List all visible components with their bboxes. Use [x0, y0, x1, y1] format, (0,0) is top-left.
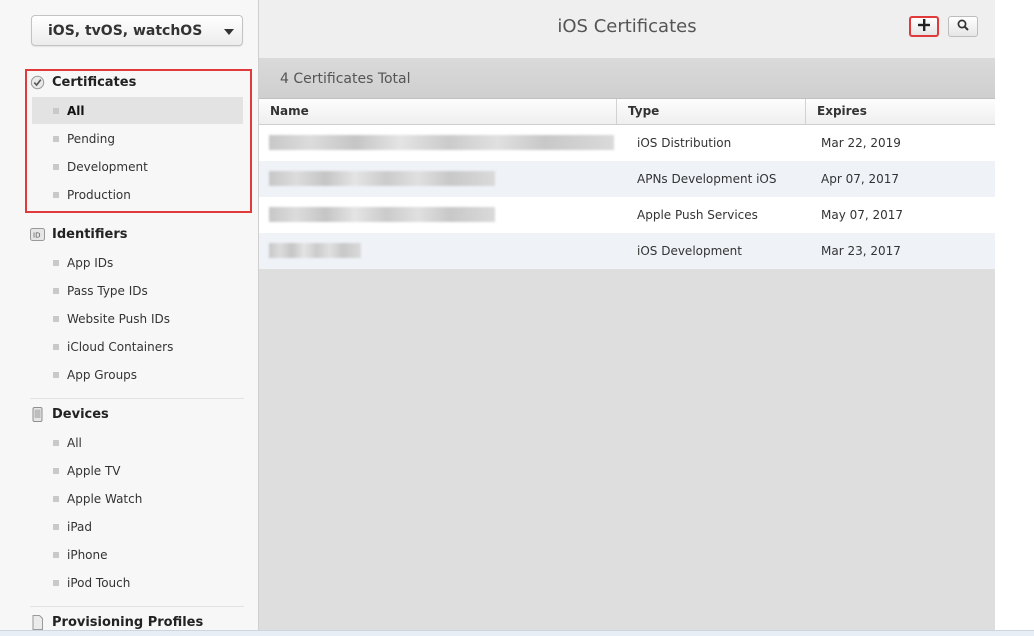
sidebar-item-label: Pending: [67, 131, 115, 146]
device-icon: [30, 406, 45, 422]
section-identifiers[interactable]: ID Identifiers: [30, 224, 244, 244]
sidebar: iOS, tvOS, watchOS Certificates All Pend…: [0, 0, 259, 635]
redacted-name: [269, 207, 495, 222]
sidebar-item-website-push-ids[interactable]: Website Push IDs: [32, 305, 243, 332]
table-row[interactable]: APNs Development iOS Apr 07, 2017: [259, 161, 995, 197]
sidebar-item-label: Development: [67, 159, 148, 174]
sidebar-item-label: All: [67, 435, 82, 450]
sidebar-item-label: iCloud Containers: [67, 339, 174, 354]
column-header-name[interactable]: Name: [259, 99, 615, 124]
sidebar-item-label: Apple Watch: [67, 491, 143, 506]
add-button[interactable]: [909, 16, 939, 37]
divider: [30, 398, 244, 399]
bullet-icon: [53, 371, 59, 378]
cell-expires: May 07, 2017: [821, 208, 904, 222]
table-row[interactable]: Apple Push Services May 07, 2017: [259, 197, 995, 233]
certificate-icon: [30, 75, 45, 90]
window-bottom-edge: [0, 630, 1034, 636]
bullet-icon: [53, 551, 59, 558]
sidebar-item-apple-watch[interactable]: Apple Watch: [32, 485, 243, 512]
sidebar-item-ipad[interactable]: iPad: [32, 513, 243, 540]
section-certificates[interactable]: Certificates: [30, 72, 244, 92]
platform-select[interactable]: iOS, tvOS, watchOS: [31, 15, 243, 46]
count-bar: 4 Certificates Total: [259, 58, 995, 99]
bullet-icon: [53, 439, 59, 446]
sidebar-item-ipod-touch[interactable]: iPod Touch: [32, 569, 243, 596]
sidebar-item-label: Website Push IDs: [67, 311, 170, 326]
sidebar-item-certificates-pending[interactable]: Pending: [32, 125, 243, 152]
sidebar-item-devices-all[interactable]: All: [32, 429, 243, 456]
sidebar-item-certificates-production[interactable]: Production: [32, 181, 243, 208]
bullet-icon: [53, 343, 59, 350]
bullet-icon: [53, 191, 59, 198]
bullet-icon: [53, 523, 59, 530]
bullet-icon: [53, 579, 59, 586]
cell-expires: Apr 07, 2017: [821, 172, 900, 186]
cell-type: APNs Development iOS: [637, 172, 777, 186]
column-header-expires[interactable]: Expires: [805, 99, 995, 124]
main-panel: iOS Certificates 4 Certificates Total Na…: [259, 0, 995, 635]
redacted-name: [269, 171, 495, 186]
sidebar-item-app-groups[interactable]: App Groups: [32, 361, 243, 388]
cell-expires: Mar 22, 2019: [821, 136, 901, 150]
bullet-icon: [53, 107, 59, 114]
sidebar-item-label: iPad: [67, 519, 93, 534]
plus-icon: [918, 19, 930, 34]
sidebar-item-certificates-all[interactable]: All: [32, 97, 243, 124]
chevron-down-icon: [224, 29, 234, 35]
cell-expires: Mar 23, 2017: [821, 244, 901, 258]
table-row[interactable]: iOS Distribution Mar 22, 2019: [259, 125, 995, 161]
document-icon: [30, 614, 45, 630]
section-title: Certificates: [52, 74, 137, 90]
section-title: Identifiers: [52, 226, 128, 242]
platform-select-label: iOS, tvOS, watchOS: [48, 23, 203, 39]
bullet-icon: [53, 315, 59, 322]
section-title: Provisioning Profiles: [52, 614, 204, 630]
section-provisioning-profiles[interactable]: Provisioning Profiles: [30, 612, 244, 632]
redacted-name: [269, 135, 614, 150]
sidebar-item-apple-tv[interactable]: Apple TV: [32, 457, 243, 484]
sidebar-item-label: iPod Touch: [67, 575, 131, 590]
bullet-icon: [53, 163, 59, 170]
bullet-icon: [53, 495, 59, 502]
bullet-icon: [53, 467, 59, 474]
sidebar-item-icloud-containers[interactable]: iCloud Containers: [32, 333, 243, 360]
sidebar-item-label: iPhone: [67, 547, 108, 562]
column-header-type[interactable]: Type: [616, 99, 805, 124]
svg-text:ID: ID: [33, 231, 40, 239]
main-header: iOS Certificates: [259, 0, 995, 58]
sidebar-item-pass-type-ids[interactable]: Pass Type IDs: [32, 277, 243, 304]
section-devices[interactable]: Devices: [30, 404, 244, 424]
sidebar-item-iphone[interactable]: iPhone: [32, 541, 243, 568]
page-title: iOS Certificates: [557, 16, 697, 37]
id-badge-icon: ID: [30, 227, 45, 242]
table-header: Name Type Expires: [259, 99, 995, 125]
sidebar-item-label: App Groups: [67, 367, 138, 382]
divider: [30, 606, 244, 607]
sidebar-item-label: App IDs: [67, 255, 114, 270]
certificates-count: 4 Certificates Total: [280, 71, 411, 87]
bullet-icon: [53, 287, 59, 294]
section-title: Devices: [52, 406, 109, 422]
sidebar-item-label: Apple TV: [67, 463, 121, 478]
table-row[interactable]: iOS Development Mar 23, 2017: [259, 233, 995, 269]
search-button[interactable]: [948, 16, 978, 37]
cell-type: Apple Push Services: [637, 208, 758, 222]
redacted-name: [269, 243, 361, 258]
cell-type: iOS Development: [637, 244, 742, 258]
sidebar-item-label: Pass Type IDs: [67, 283, 148, 298]
sidebar-item-label: Production: [67, 187, 131, 202]
bullet-icon: [53, 135, 59, 142]
sidebar-item-app-ids[interactable]: App IDs: [32, 249, 243, 276]
bullet-icon: [53, 259, 59, 266]
sidebar-item-certificates-development[interactable]: Development: [32, 153, 243, 180]
cell-type: iOS Distribution: [637, 136, 732, 150]
search-icon: [957, 19, 969, 34]
sidebar-item-label: All: [67, 103, 85, 118]
